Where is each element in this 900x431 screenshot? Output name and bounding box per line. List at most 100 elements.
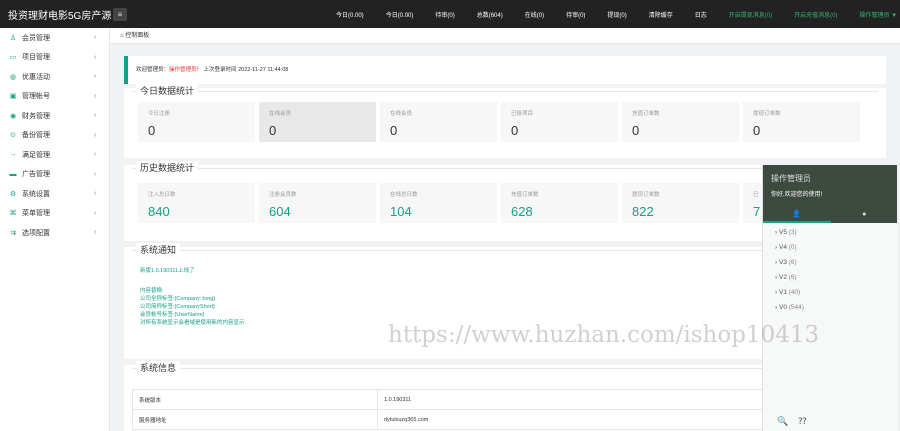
card-value: 0: [390, 123, 398, 138]
sidebar: ♙ 会员管理 ‹ ▭ 项目管理 ‹ ◍ 优惠活动 ‹ ▣ 管理帐号 ‹ ◉ 财务管理 ‹ ⊙ 备份管理 ‹ → 满足管…: [0, 28, 110, 431]
chevron-left-icon: ‹: [94, 34, 97, 42]
user-panel-header: 操作管理员 你好,欢迎您的使用! 👤 ●: [763, 165, 897, 223]
card-value: 0: [269, 123, 277, 138]
project-icon: ▭: [9, 54, 17, 62]
card-label: 充值订单数: [632, 111, 660, 117]
level-name: V1: [778, 289, 787, 296]
notice-title: 系统通知: [136, 243, 181, 256]
watermark: https://www.huzhan.com/ishop10413: [388, 322, 820, 348]
level-item[interactable]: › V3 (6): [775, 259, 804, 274]
level-item[interactable]: › V4 (0): [775, 244, 804, 259]
top-nav-item[interactable]: 操作管理员 ▼: [859, 10, 897, 19]
sidebar-item-gift[interactable]: ◍ 优惠活动 ‹: [0, 67, 109, 87]
level-name: V3: [778, 259, 787, 266]
sidebar-item-option[interactable]: ⇉ 选项配置 ‹: [0, 223, 109, 243]
card-label: 在线总日数: [390, 192, 418, 198]
dot-tab-icon[interactable]: ●: [831, 209, 899, 223]
level-item[interactable]: › V1 (40): [775, 289, 804, 304]
card-value: 604: [269, 204, 291, 219]
sidebar-item-label: 系统设置: [22, 190, 50, 198]
menu-icon: ⌘: [9, 210, 17, 218]
today-stats-title: 今日数据统计: [136, 84, 199, 97]
menu-toggle-icon[interactable]: ≡: [113, 7, 127, 21]
history-card: 充值订单数 628: [501, 183, 618, 223]
level-item[interactable]: › V2 (6): [775, 274, 804, 289]
top-nav-item[interactable]: 在线(0): [525, 10, 544, 19]
backup-icon: ⊙: [10, 132, 16, 140]
history-card: 在线总日数 104: [380, 183, 497, 223]
top-nav: 今日(0.00) 今日(0.00) 待审(0) 总数(604) 在线(0) 待审(0) 提现…: [336, 0, 900, 28]
user-panel-footer: 🔍 ⁇: [777, 416, 807, 427]
sidebar-item-project[interactable]: ▭ 项目管理 ‹: [0, 48, 109, 68]
sidebar-item-backup[interactable]: ⊙ 备份管理 ‹: [0, 126, 109, 146]
arrow-icon: →: [9, 151, 17, 159]
today-card: 提现订单数 0: [743, 102, 860, 142]
user-panel-subtitle: 你好,欢迎您的使用!: [771, 192, 823, 198]
top-nav-item[interactable]: 清除缓存: [649, 10, 673, 19]
sidebar-item-menu[interactable]: ⌘ 菜单管理 ‹: [0, 204, 109, 224]
level-count: (6): [788, 274, 797, 281]
chevron-left-icon: ‹: [94, 73, 97, 81]
finance-icon: ◉: [9, 112, 17, 120]
top-nav-item[interactable]: 开启提现消息(0): [729, 10, 772, 19]
top-nav-item[interactable]: 今日(0.00): [336, 10, 364, 19]
card-label: 已: [753, 192, 759, 198]
card-label: 今日注册: [148, 111, 171, 117]
welcome-suffix: ！ 上次登录时间 2022-11-27 11:44:08: [196, 67, 289, 73]
sidebar-item-person[interactable]: ♙ 会员管理 ‹: [0, 28, 109, 48]
chevron-left-icon: ‹: [94, 112, 97, 120]
user-panel-tabs: 👤 ●: [763, 209, 898, 223]
chevron-left-icon: ‹: [94, 170, 97, 178]
level-name: V2: [778, 274, 787, 281]
sidebar-item-gear[interactable]: ⚙ 系统设置 ‹: [0, 184, 109, 204]
user-panel: 操作管理员 你好,欢迎您的使用! 👤 ● › V5 (3) › V4 (0) › V…: [762, 165, 897, 431]
top-nav-item[interactable]: 日志: [695, 10, 707, 19]
level-name: V4: [778, 244, 787, 251]
card-value: 0: [632, 123, 640, 138]
help-icon[interactable]: ⁇: [798, 416, 806, 426]
sidebar-item-label: 广告管理: [22, 171, 50, 179]
card-label: 已投项目: [511, 111, 534, 117]
sidebar-item-arrow[interactable]: → 满足管理 ‹: [0, 145, 109, 165]
search-icon[interactable]: 🔍: [777, 416, 788, 426]
sidebar-item-ad[interactable]: ▬ 广告管理 ‹: [0, 165, 109, 185]
card-value: 7: [753, 204, 761, 219]
today-card: 充值订单数 0: [622, 102, 739, 142]
level-count: (40): [788, 289, 801, 296]
welcome-banner: 欢迎管理员：操作管理员！ 上次登录时间 2022-11-27 11:44:08: [124, 56, 886, 84]
sidebar-item-account[interactable]: ▣ 管理帐号 ‹: [0, 87, 109, 107]
chevron-left-icon: ‹: [94, 209, 97, 217]
top-nav-item[interactable]: 待审(0): [435, 10, 454, 19]
top-nav-item[interactable]: 今日(0.00): [386, 10, 414, 19]
top-nav-item[interactable]: 待审(0): [566, 10, 585, 19]
card-value: 840: [148, 204, 170, 219]
ad-icon: ▬: [9, 170, 17, 178]
divider: [132, 91, 878, 92]
card-value: 0: [511, 123, 519, 138]
card-label: 在线会员: [269, 111, 292, 117]
history-card: 注册会员数 604: [259, 183, 376, 223]
card-label: 提现订单数: [753, 111, 781, 117]
top-nav-item[interactable]: 提现(0): [607, 10, 626, 19]
today-card: 已投项目 0: [501, 102, 618, 142]
today-card: 在线会员 0: [380, 102, 497, 142]
level-item[interactable]: › V5 (3): [775, 229, 804, 244]
card-value: 0: [753, 123, 761, 138]
chevron-left-icon: ‹: [94, 131, 97, 139]
user-tab-icon[interactable]: 👤: [763, 209, 831, 223]
notice-line[interactable]: 新版1.0.190311上线了: [140, 267, 195, 276]
welcome-prefix: 欢迎管理员：: [136, 67, 170, 73]
level-name: V5: [778, 229, 787, 236]
chevron-left-icon: ‹: [94, 53, 97, 61]
breadcrumb[interactable]: ⌂ 控制面板: [110, 28, 900, 44]
level-count: (0): [788, 244, 797, 251]
top-nav-item[interactable]: 总数(604): [477, 10, 503, 19]
today-stats-panel: 今日数据统计 今日注册 0 在线会员 0 在线会员 0 已投项目 0 充值订单数 0 提现订单数 0: [124, 84, 886, 158]
sysinfo-title: 系统信息: [136, 361, 181, 374]
sidebar-item-finance[interactable]: ◉ 财务管理 ‹: [0, 106, 109, 126]
level-item[interactable]: › V0 (544): [775, 304, 804, 319]
card-value: 628: [511, 204, 533, 219]
level-count: (544): [788, 304, 804, 311]
top-nav-item[interactable]: 开启充值消息(0): [794, 10, 837, 19]
card-value: 822: [632, 204, 654, 219]
